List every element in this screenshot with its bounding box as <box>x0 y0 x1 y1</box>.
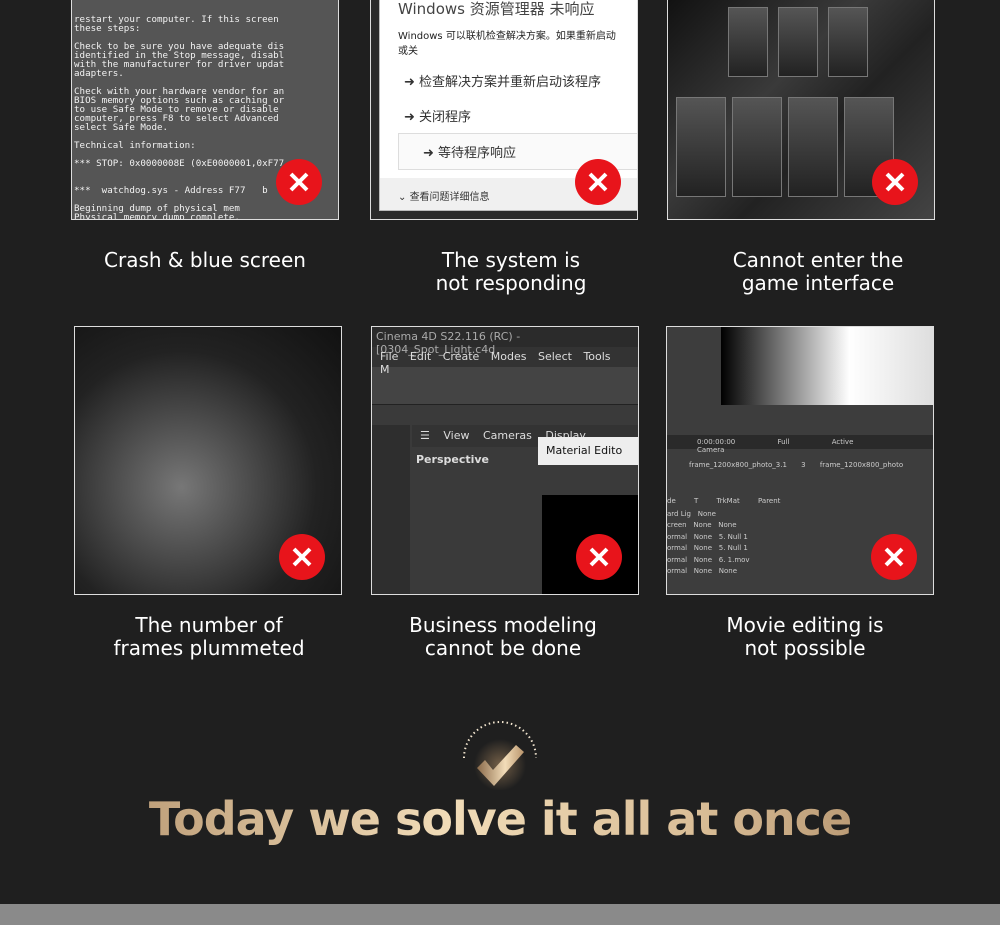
dialog-subtitle: Windows 可以联机检查解决方案。如果重新启动或关 <box>398 31 616 57</box>
ae-layers: ard Lig None creen None None ormal None … <box>667 509 857 577</box>
caption-line: not possible <box>744 636 866 660</box>
caption: The system is not responding <box>361 249 661 295</box>
viewport-label: Perspective <box>416 453 490 466</box>
game-screenshot <box>667 0 935 220</box>
gold-checkmark-icon <box>463 721 537 790</box>
after-effects-screenshot: 0:00:00:00 Full Active Camera frame_1200… <box>666 326 934 595</box>
caption: Movie editing is not possible <box>655 614 955 660</box>
caption-line: frames plummeted <box>113 636 305 660</box>
caption-line: Business modeling <box>409 613 597 637</box>
next-section-preview <box>0 904 1000 925</box>
app-title: Cinema 4D S22.116 (RC) - [0304_Spot_Ligh… <box>372 327 638 356</box>
ae-columns: de T TrkMat Parent <box>667 497 781 505</box>
blurry-frames-image <box>74 326 342 595</box>
cinema4d-screenshot: Cinema 4D S22.116 (RC) - [0304_Spot_Ligh… <box>371 326 639 595</box>
layer-row: ard Lig None <box>667 510 716 518</box>
caption-line: The system is <box>441 248 581 272</box>
layer-row: ormal None None <box>667 567 737 576</box>
layer-row: creen None None <box>667 521 737 530</box>
caption-line: cannot be done <box>424 636 582 660</box>
x-circle-icon <box>276 159 322 205</box>
caption: Cannot enter the game interface <box>668 249 968 295</box>
layer-row: ormal None 5. Null 1 <box>667 544 748 553</box>
layer-row: ormal None 5. Null 1 <box>667 532 748 541</box>
dialog-option: ➜ 关闭程序 <box>404 110 472 125</box>
not-responding-screenshot: Windows 资源管理器 未响应 Windows 可以联机检查解决方案。如果重… <box>370 0 638 220</box>
caption: The number of frames plummeted <box>59 614 359 660</box>
dialog-option: ➜ 检查解决方案并重新启动该程序 <box>404 75 602 90</box>
ae-toolbar: 0:00:00:00 Full Active Camera <box>667 435 933 454</box>
x-circle-icon <box>575 159 621 205</box>
x-circle-icon <box>576 534 622 580</box>
ae-tabs: frame_1200x800_photo_3.1 3 frame_1200x80… <box>689 461 904 469</box>
caption-line: The number of <box>135 613 283 637</box>
x-circle-icon <box>279 534 325 580</box>
bsod-screenshot: restart your computer. If this screen th… <box>71 0 339 220</box>
caption-line: not responding <box>435 271 587 295</box>
caption-line: Movie editing is <box>726 613 884 637</box>
caption: Crash & blue screen <box>55 249 355 272</box>
caption-line: game interface <box>741 271 895 295</box>
x-circle-icon <box>871 534 917 580</box>
dialog-title: Windows 资源管理器 未响应 <box>398 0 595 18</box>
caption-line: Crash & blue screen <box>104 248 306 272</box>
material-editor-tab: Material Edito <box>538 437 638 465</box>
caption-line: Cannot enter the <box>732 248 904 272</box>
menu-bar: File Edit Create Modes Select Tools M <box>372 347 638 376</box>
headline: Today we solve it all at once <box>0 792 1000 846</box>
caption: Business modeling cannot be done <box>353 614 653 660</box>
layer-row: ormal None 6. 1.mov <box>667 555 750 564</box>
x-circle-icon <box>872 159 918 205</box>
